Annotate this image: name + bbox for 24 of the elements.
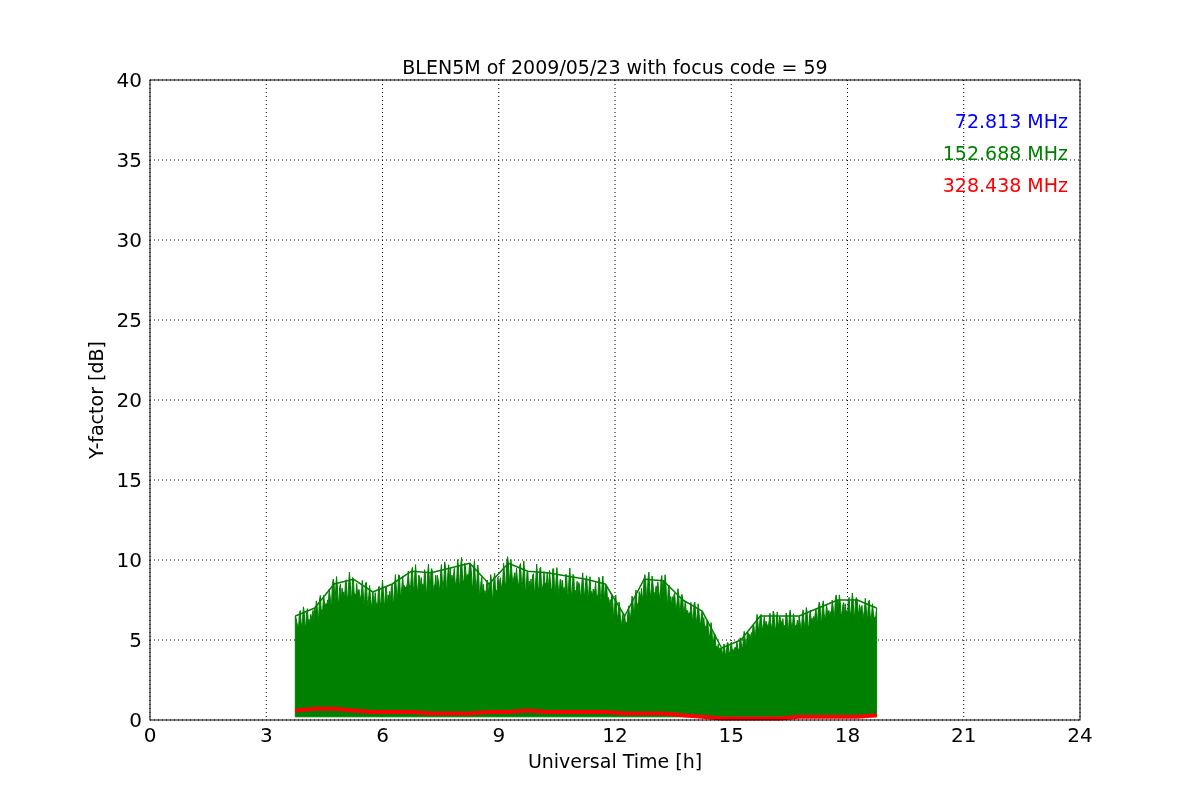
- x-tick-label: 0: [143, 723, 157, 747]
- y-tick-label: 5: [129, 628, 142, 652]
- legend-label: 72.813 MHz: [954, 110, 1068, 132]
- y-tick-label: 35: [116, 148, 142, 172]
- x-tick-label: 3: [259, 723, 273, 747]
- y-axis-label: Y-factor [dB]: [85, 341, 107, 459]
- x-tick-label: 12: [602, 723, 628, 747]
- x-tick-label: 18: [834, 723, 861, 747]
- x-tick-label: 9: [492, 723, 506, 747]
- y-tick-label: 20: [116, 388, 142, 412]
- x-tick-label: 15: [718, 723, 744, 747]
- y-tick-label: 0: [129, 708, 142, 732]
- y-tick-label: 15: [116, 468, 142, 492]
- x-tick-label: 6: [376, 723, 389, 747]
- y-tick-label: 25: [116, 308, 142, 332]
- x-tick-label: 21: [951, 723, 977, 747]
- y-tick-label: 30: [116, 228, 142, 252]
- chart-title: BLEN5M of 2009/05/23 with focus code = 59: [402, 56, 828, 78]
- x-axis-label: Universal Time [h]: [527, 750, 703, 772]
- legend-label: 152.688 MHz: [942, 142, 1068, 164]
- y-tick-label: 40: [116, 68, 142, 92]
- legend-label: 328.438 MHz: [942, 174, 1068, 196]
- y-tick-label: 10: [116, 548, 142, 572]
- x-tick-label: 24: [1067, 723, 1093, 747]
